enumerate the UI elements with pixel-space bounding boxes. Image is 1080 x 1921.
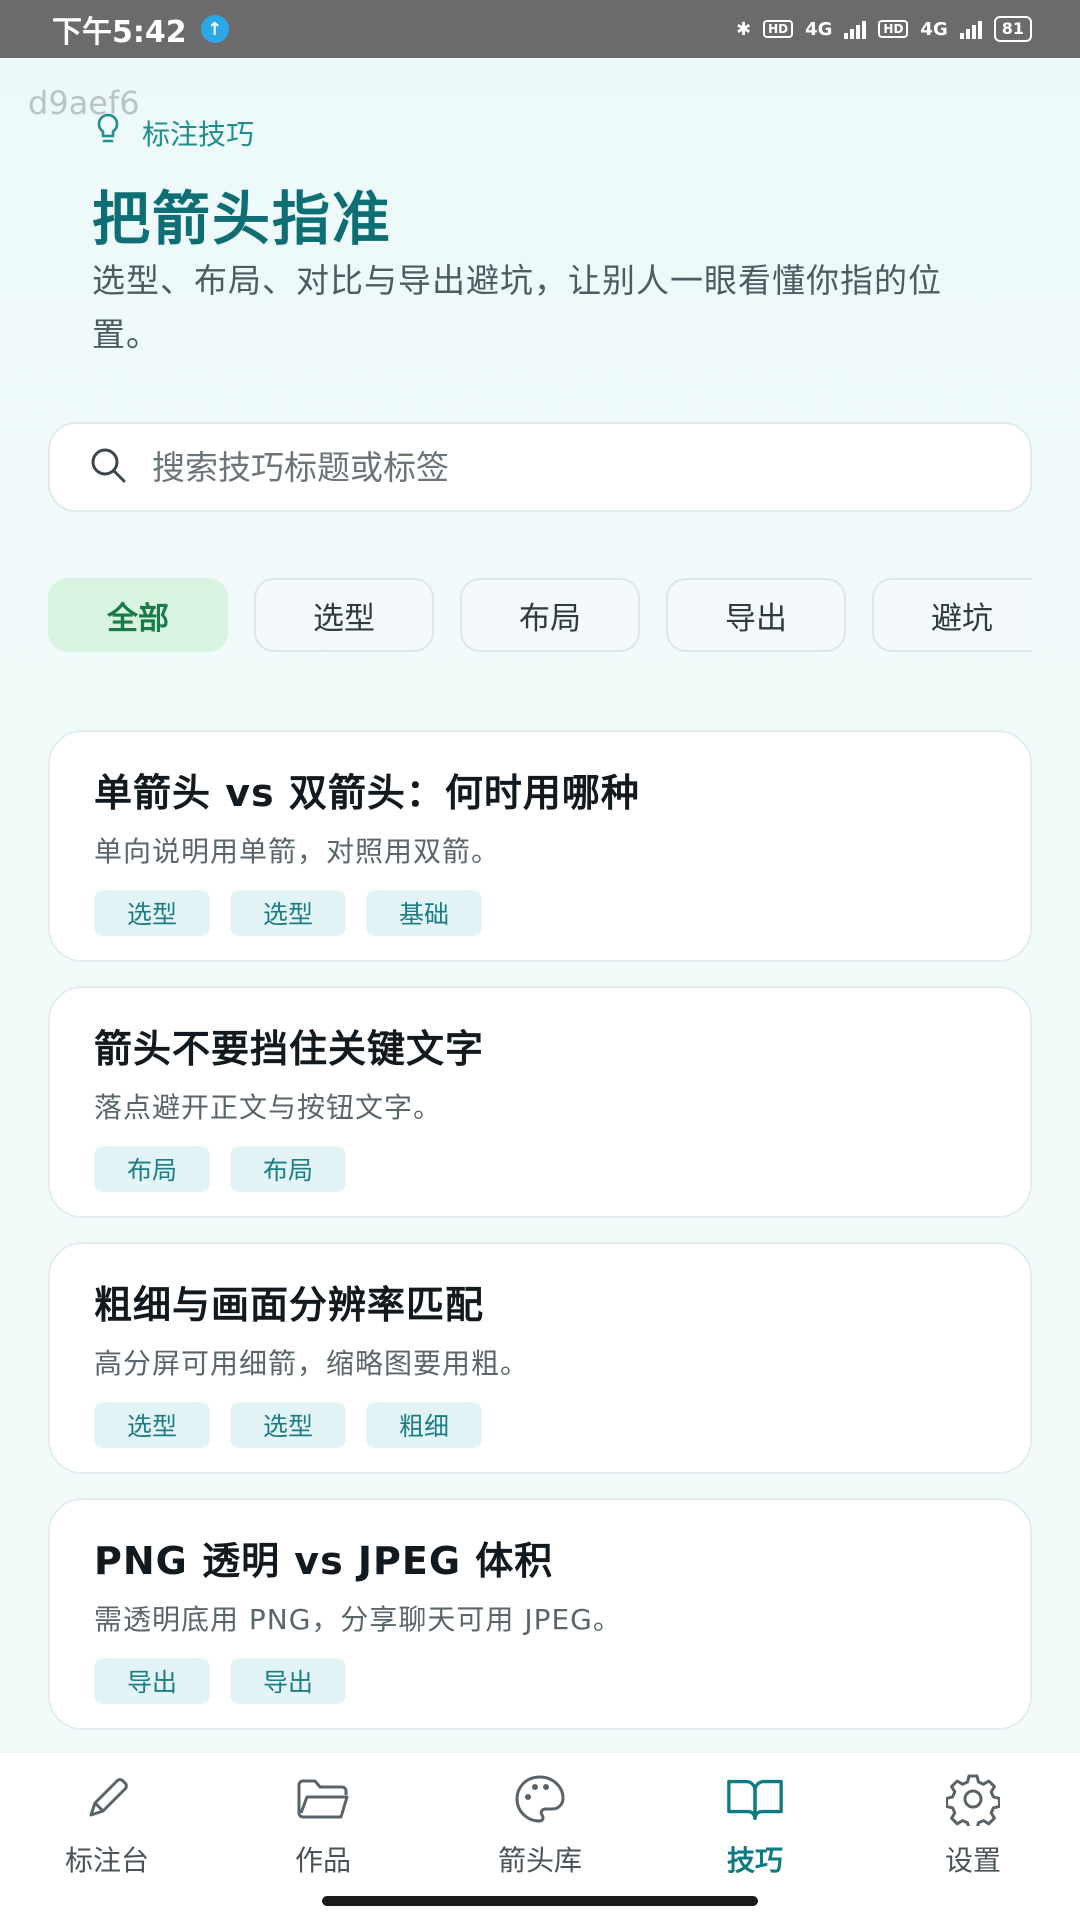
search-icon xyxy=(88,445,128,489)
hd-badge-2: HD xyxy=(878,20,909,38)
filter-chip-pitfalls[interactable]: 避坑 xyxy=(872,578,1032,652)
tip-tag: 粗细 xyxy=(366,1402,482,1448)
tip-tag: 基础 xyxy=(366,890,482,936)
nav-label: 箭头库 xyxy=(497,1844,582,1877)
tip-card-title: PNG 透明 vs JPEG 体积 xyxy=(94,1539,554,1583)
tip-card-title: 单箭头 vs 双箭头：何时用哪种 xyxy=(94,771,640,815)
status-time: 下午5:42 xyxy=(52,15,187,50)
search-box[interactable] xyxy=(48,422,1032,512)
tip-card-tags: 选型 选型 基础 xyxy=(94,890,1030,936)
tip-card-description: 落点避开正文与按钮文字。 xyxy=(94,1091,443,1124)
nav-label: 设置 xyxy=(944,1844,1001,1877)
status-left: 下午5:42 ↑ xyxy=(52,7,229,51)
network-type-1: 4G xyxy=(805,18,833,40)
tip-card[interactable]: 箭头不要挡住关键文字 落点避开正文与按钮文字。 布局 布局 xyxy=(48,986,1032,1218)
network-type-2: 4G xyxy=(920,18,948,40)
lightbulb-icon xyxy=(94,112,122,153)
upload-indicator-icon: ↑ xyxy=(200,15,229,43)
tip-tag: 选型 xyxy=(230,1402,346,1448)
hd-badge-1: HD xyxy=(763,20,794,38)
bluetooth-icon: ✱ xyxy=(735,18,752,40)
filter-chip-layout[interactable]: 布局 xyxy=(460,578,640,652)
tip-tag: 导出 xyxy=(230,1658,346,1704)
nav-item-arrow-library[interactable]: 箭头库 xyxy=(455,1771,625,1881)
tip-tag: 选型 xyxy=(94,1402,210,1448)
signal-icon-1 xyxy=(844,19,867,39)
page-subtitle: 选型、布局、对比与导出避坑，让别人一眼看懂你指的位置。 xyxy=(92,261,942,354)
tip-card[interactable]: PNG 透明 vs JPEG 体积 需透明底用 PNG，分享聊天可用 JPEG。… xyxy=(48,1498,1032,1730)
tip-card-tags: 布局 布局 xyxy=(94,1146,1030,1192)
page-title: 把箭头指准 xyxy=(92,185,393,253)
status-bar: 下午5:42 ↑ ✱ HD 4G HD 4G 81 xyxy=(0,0,1080,58)
gear-icon xyxy=(943,1771,1003,1827)
nav-item-settings[interactable]: 设置 xyxy=(888,1771,1058,1881)
nav-item-annotate[interactable]: 标注台 xyxy=(22,1771,192,1881)
home-indicator[interactable] xyxy=(322,1896,758,1906)
tip-card-tags: 导出 导出 xyxy=(94,1658,1030,1704)
section-label-row: 标注技巧 xyxy=(94,112,254,153)
tip-card-tags: 选型 选型 粗细 xyxy=(94,1402,1030,1448)
tip-tag: 导出 xyxy=(94,1658,210,1704)
nav-label: 标注台 xyxy=(64,1844,149,1877)
nav-item-tips[interactable]: 技巧 xyxy=(670,1771,840,1881)
tip-tag: 选型 xyxy=(94,890,210,936)
signal-icon-2 xyxy=(959,19,982,39)
tip-tag: 选型 xyxy=(230,890,346,936)
battery-icon: 81 xyxy=(993,16,1032,42)
search-input[interactable] xyxy=(150,446,1030,488)
status-right: ✱ HD 4G HD 4G 81 xyxy=(736,16,1032,42)
filter-chip-selection[interactable]: 选型 xyxy=(254,578,434,652)
nav-item-works[interactable]: 作品 xyxy=(238,1771,408,1881)
palette-icon xyxy=(510,1771,570,1827)
tip-tag: 布局 xyxy=(94,1146,210,1192)
book-icon xyxy=(725,1771,785,1827)
tip-card[interactable]: 粗细与画面分辨率匹配 高分屏可用细箭，缩略图要用粗。 选型 选型 粗细 xyxy=(48,1242,1032,1474)
filter-chip-export[interactable]: 导出 xyxy=(666,578,846,652)
filter-chip-all[interactable]: 全部 xyxy=(48,578,228,652)
pencil-icon xyxy=(77,1771,137,1827)
nav-label: 技巧 xyxy=(726,1844,783,1877)
filter-chips: 全部 选型 布局 导出 避坑 xyxy=(48,578,1032,654)
tip-card-description: 高分屏可用细箭，缩略图要用粗。 xyxy=(94,1347,530,1380)
tip-card-description: 需透明底用 PNG，分享聊天可用 JPEG。 xyxy=(94,1603,622,1636)
tip-tag: 布局 xyxy=(230,1146,346,1192)
section-label: 标注技巧 xyxy=(142,117,255,151)
folder-icon xyxy=(293,1771,353,1827)
nav-label: 作品 xyxy=(294,1844,351,1877)
tip-card[interactable]: 单箭头 vs 双箭头：何时用哪种 单向说明用单箭，对照用双箭。 选型 选型 基础 xyxy=(48,730,1032,962)
tip-card-title: 粗细与画面分辨率匹配 xyxy=(94,1283,485,1327)
tip-card-title: 箭头不要挡住关键文字 xyxy=(94,1027,485,1071)
tip-card-description: 单向说明用单箭，对照用双箭。 xyxy=(94,835,501,868)
